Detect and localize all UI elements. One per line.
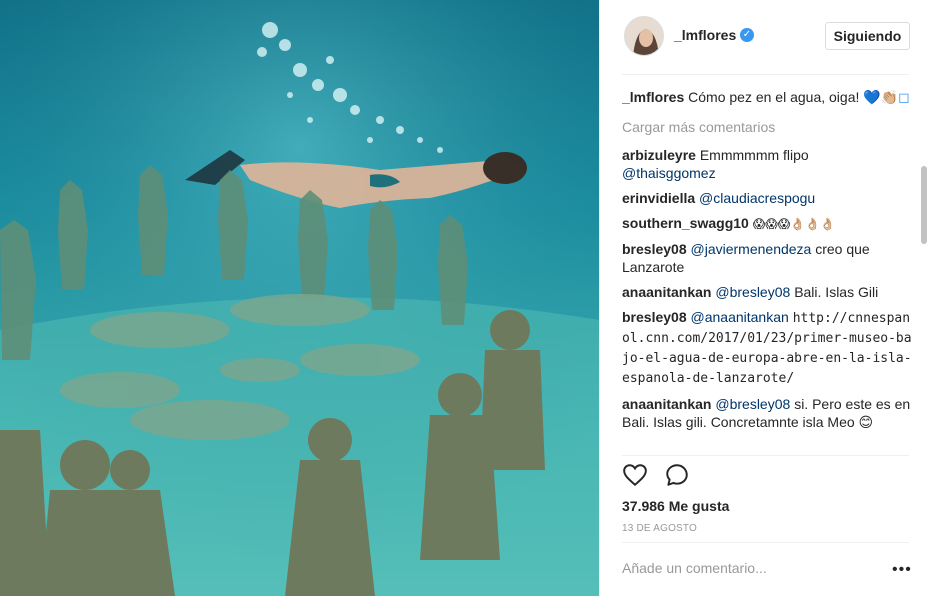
comment-text: Emmmmmm flipo (699, 147, 809, 163)
comment-username[interactable]: southern_swagg10 (622, 215, 749, 231)
comment-bubble-icon[interactable] (664, 462, 692, 490)
comment-text: Bali. Islas Gili (794, 284, 879, 300)
comment-item: erinvidiella @claudiacrespogu (622, 189, 914, 207)
following-button[interactable]: Siguiendo (825, 22, 910, 50)
caption-emoji: 💙👏🏼◻ (863, 89, 910, 105)
avatar-image (625, 17, 663, 55)
avatar[interactable] (624, 16, 664, 56)
comment-mention[interactable]: @anaanitankan (691, 309, 789, 325)
comments-scrollbar[interactable] (920, 76, 928, 454)
comment-text: 😱😱😱👌🏼👌🏼👌🏼 (752, 217, 836, 231)
scrollbar-thumb[interactable] (921, 166, 927, 244)
comment-divider (622, 542, 909, 543)
comment-mention[interactable]: @thaisggomez (622, 165, 716, 181)
comment-username[interactable]: anaanitankan (622, 284, 711, 300)
verified-badge-icon: ✓ (740, 28, 754, 42)
comment-username[interactable]: anaanitankan (622, 396, 711, 412)
comment-item: arbizuleyre Emmmmmm flipo @thaisggomez (622, 146, 914, 182)
header-username[interactable]: _lmflores (674, 27, 736, 43)
comment-item: bresley08 @javiermenendeza creo que Lanz… (622, 240, 914, 276)
comment-mention[interactable]: @javiermenendeza (691, 241, 812, 257)
more-options-button[interactable]: ••• (892, 562, 912, 578)
comment-item: southern_swagg10 😱😱😱👌🏼👌🏼👌🏼 (622, 214, 914, 233)
comment-username[interactable]: bresley08 (622, 309, 687, 325)
caption-text: Cómo pez en el agua, oiga! (688, 89, 860, 105)
caption: _lmflores Cómo pez en el agua, oiga! 💙👏🏼… (622, 88, 914, 106)
comment-input[interactable]: Añade un comentario... (622, 560, 892, 576)
comment-item: anaanitankan @bresley08 si. Pero este es… (622, 395, 914, 431)
comment-mention[interactable]: @bresley08 (715, 396, 790, 412)
comment-mention[interactable]: @claudiacrespogu (699, 190, 815, 206)
post-sidebar: _lmflores ✓ Siguiendo _lmflores Cómo pez… (599, 0, 931, 596)
post-date[interactable]: 13 DE AGOSTO (622, 523, 697, 534)
underwater-statues-image (0, 0, 599, 596)
comments-list: _lmflores Cómo pez en el agua, oiga! 💙👏🏼… (622, 88, 914, 454)
comment-username[interactable]: erinvidiella (622, 190, 695, 206)
header-divider (622, 74, 909, 75)
post-photo[interactable] (0, 0, 599, 596)
actions-divider (622, 455, 909, 456)
heart-icon[interactable] (622, 462, 650, 490)
comment-username[interactable]: bresley08 (622, 241, 687, 257)
instagram-post: _lmflores ✓ Siguiendo _lmflores Cómo pez… (0, 0, 931, 596)
comment-mention[interactable]: @bresley08 (715, 284, 790, 300)
load-more-comments-link[interactable]: Cargar más comentarios (622, 118, 914, 136)
comment-item: bresley08 @anaanitankan http://cnnespano… (622, 308, 914, 388)
likes-count[interactable]: 37.986 Me gusta (622, 498, 729, 514)
comment-username[interactable]: arbizuleyre (622, 147, 696, 163)
caption-username[interactable]: _lmflores (622, 89, 684, 105)
post-header: _lmflores ✓ Siguiendo (600, 0, 931, 74)
comment-item: anaanitankan @bresley08 Bali. Islas Gili (622, 283, 914, 301)
